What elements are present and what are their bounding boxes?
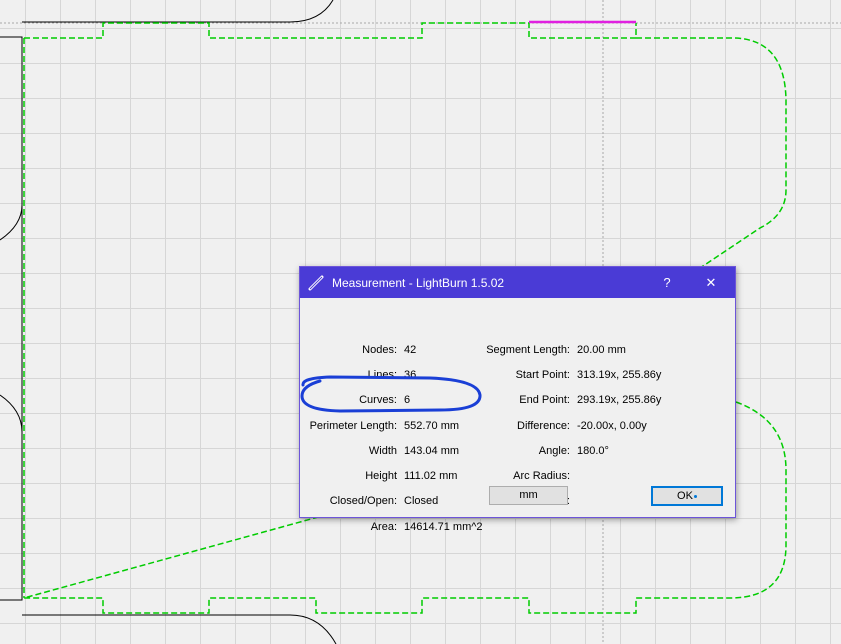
closed-open-value: Closed bbox=[404, 495, 439, 507]
ruler-icon bbox=[308, 274, 326, 292]
close-icon: ✕ bbox=[705, 274, 717, 290]
closed-open-label: Closed/Open: bbox=[329, 495, 397, 507]
ok-label: OK bbox=[677, 490, 693, 502]
end-point-value: 293.19x, 255.86y bbox=[577, 394, 662, 406]
area-label: Area: bbox=[370, 521, 397, 533]
curves-value: 6 bbox=[404, 394, 411, 406]
lines-value: 36 bbox=[404, 369, 417, 381]
dialog-titlebar[interactable]: Measurement - LightBurn 1.5.02 ? ✕ bbox=[300, 267, 735, 298]
arc-radius-label: Arc Radius: bbox=[513, 470, 570, 482]
width-label: Width bbox=[368, 445, 397, 457]
segment-length-label: Segment Length: bbox=[486, 344, 570, 356]
measurement-dialog: Measurement - LightBurn 1.5.02 ? ✕ Nodes… bbox=[299, 266, 736, 533]
nodes-label: Nodes: bbox=[362, 344, 397, 356]
angle-label: Angle: bbox=[538, 445, 570, 457]
dialog-body: Nodes: 42 Lines: 36 Curves: 6 Perimeter … bbox=[300, 298, 735, 533]
dialog-title: Measurement - LightBurn 1.5.02 bbox=[332, 275, 505, 290]
ok-button[interactable]: OK bbox=[651, 486, 723, 506]
lines-label: Lines: bbox=[367, 369, 397, 381]
help-button[interactable]: ? bbox=[645, 267, 689, 298]
area-value: 14614.71 mm^2 bbox=[404, 521, 483, 533]
curves-label: Curves: bbox=[359, 394, 397, 406]
perimeter-length-label: Perimeter Length: bbox=[309, 420, 397, 432]
difference-label: Difference: bbox=[517, 420, 570, 432]
segment-length-value: 20.00 mm bbox=[577, 344, 626, 356]
focus-dot-icon bbox=[693, 494, 697, 498]
difference-value: -20.00x, 0.00y bbox=[577, 420, 647, 432]
nodes-value: 42 bbox=[404, 344, 417, 356]
end-point-label: End Point: bbox=[519, 394, 570, 406]
close-button[interactable]: ✕ bbox=[689, 267, 733, 298]
start-point-label: Start Point: bbox=[515, 369, 570, 381]
height-label: Height bbox=[365, 470, 397, 482]
start-point-value: 313.19x, 255.86y bbox=[577, 369, 662, 381]
unit-toggle-button[interactable]: mm bbox=[489, 486, 568, 505]
angle-value: 180.0° bbox=[577, 445, 609, 457]
